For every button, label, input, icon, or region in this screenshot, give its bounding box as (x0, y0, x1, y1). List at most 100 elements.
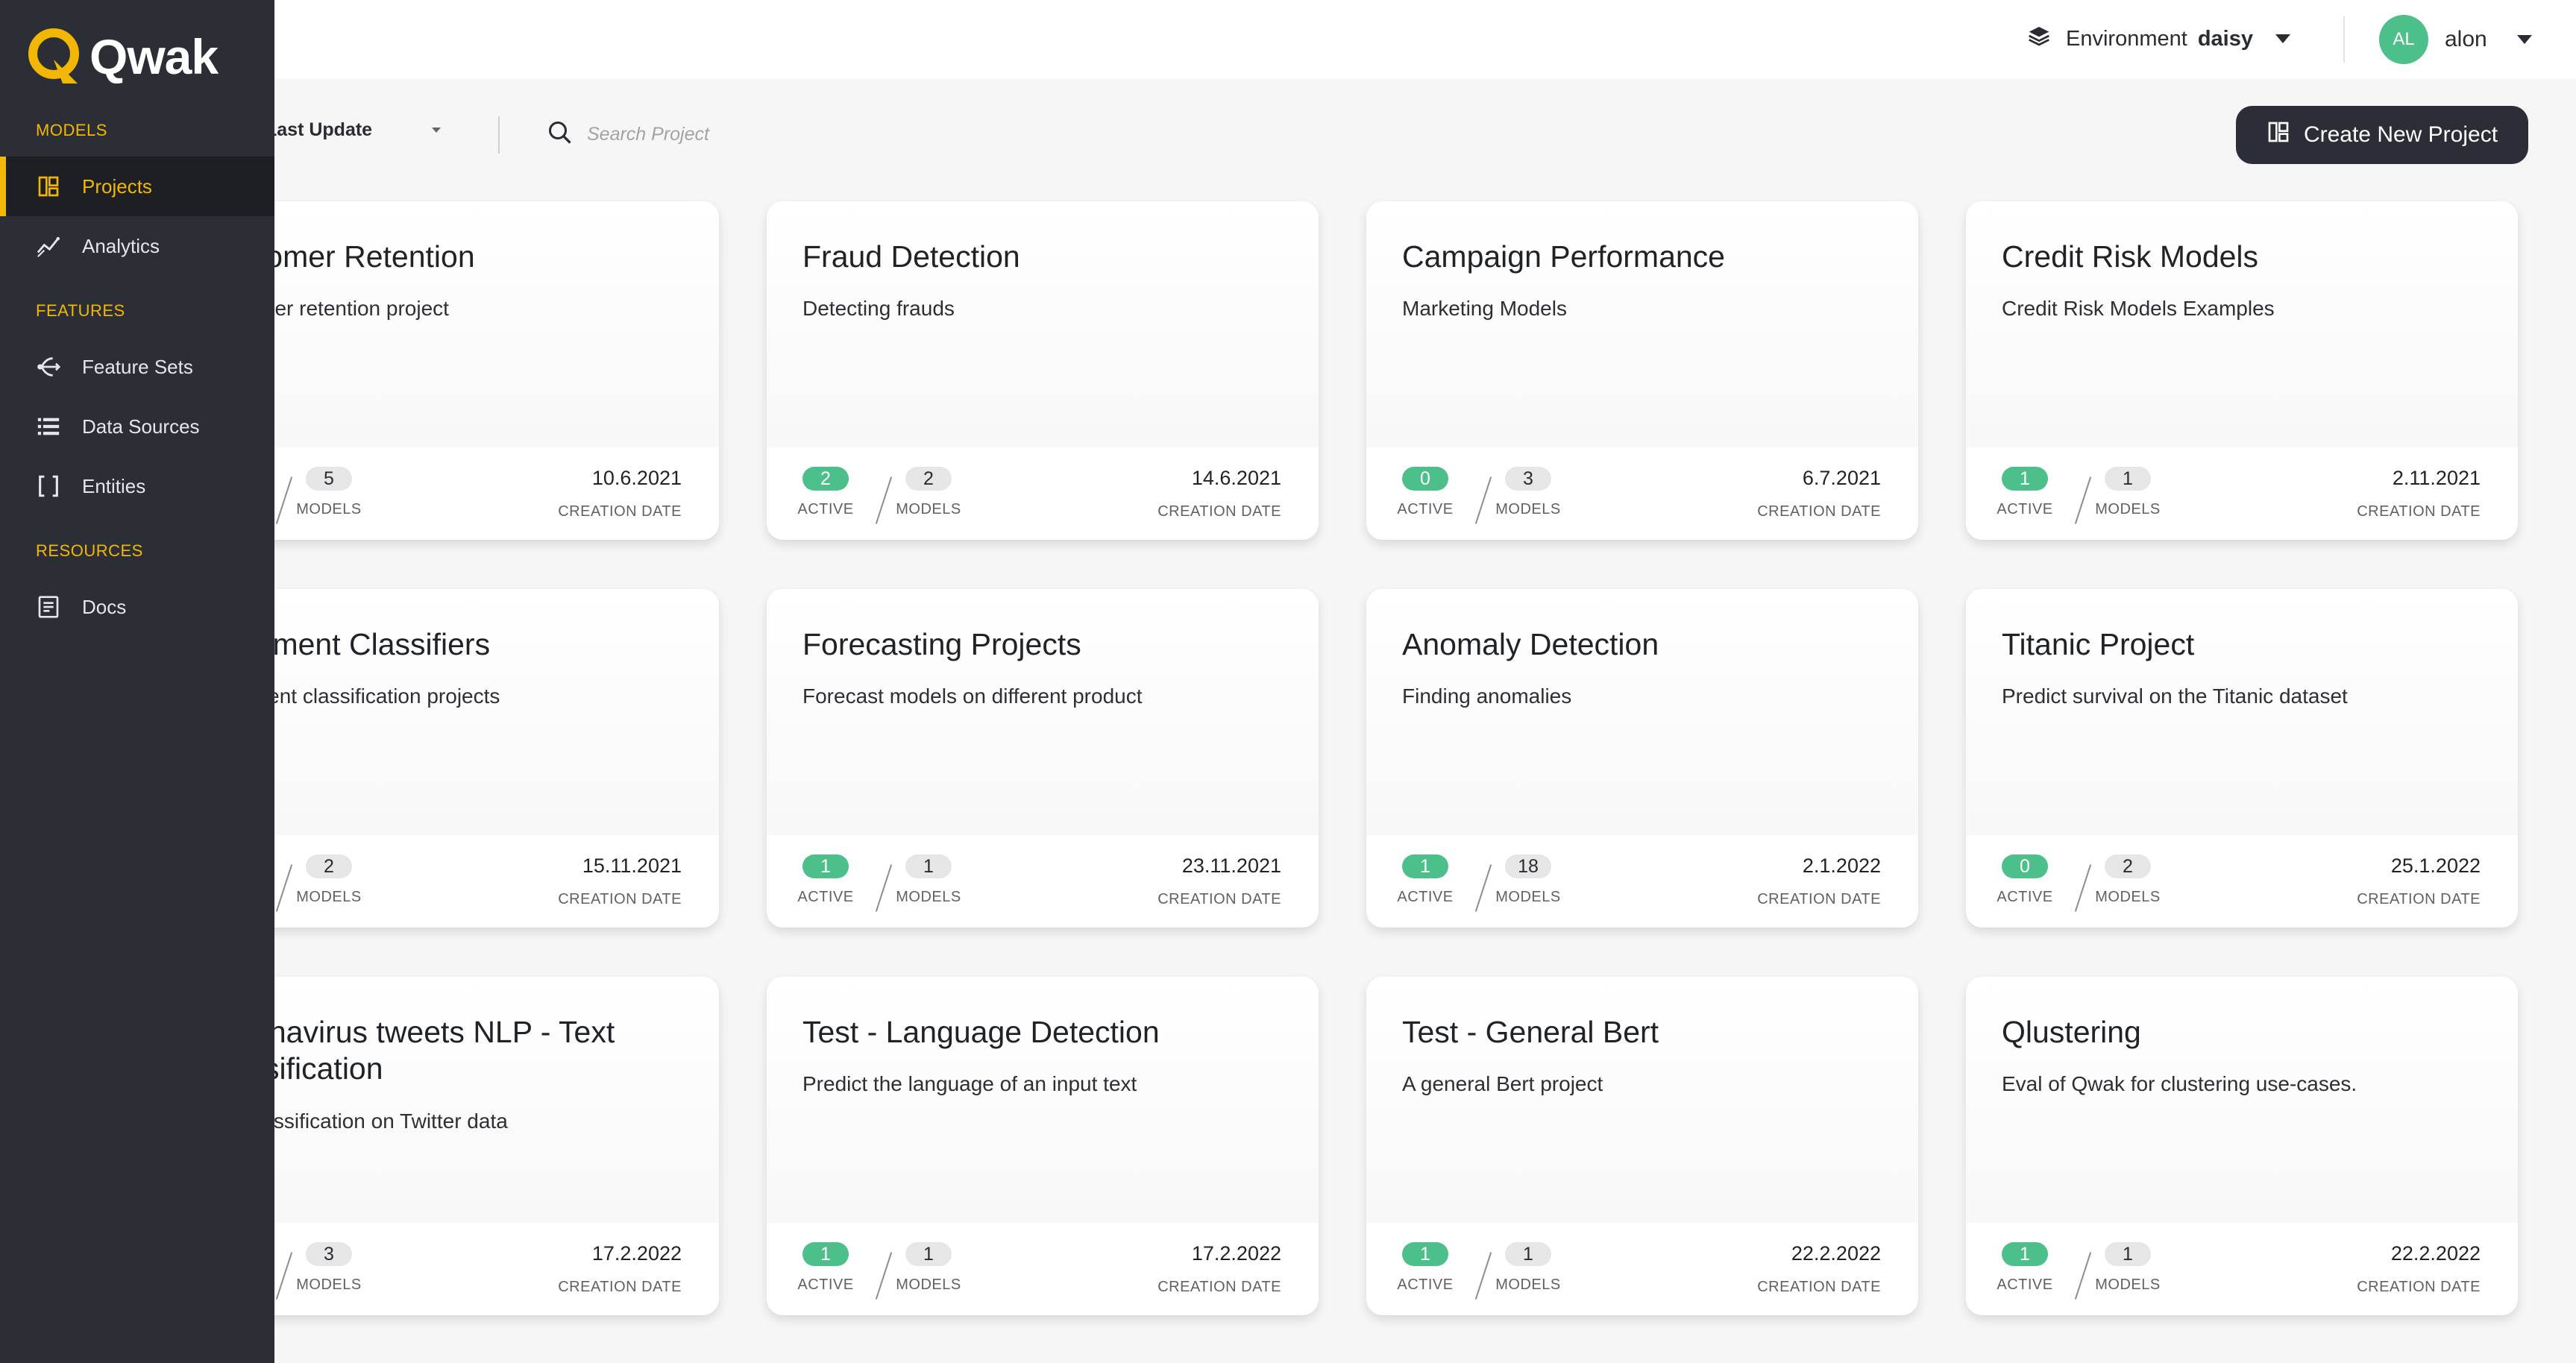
project-card[interactable]: Campaign Performance Marketing Models 0 ACT… (1366, 201, 1918, 540)
active-label: ACTIVE (797, 889, 854, 905)
sidebar-item-docs[interactable]: Docs (0, 577, 274, 637)
models-stat: 2 MODELS (295, 854, 362, 906)
project-title: Fraud Detection (802, 239, 1020, 274)
creation-date: 2.11.2021 CREATION DATE (2357, 467, 2481, 520)
active-stat: 1 ACTIVE (792, 1242, 859, 1294)
stat-separator (275, 864, 293, 912)
project-description: Detecting frauds (802, 297, 955, 320)
models-label: MODELS (2095, 501, 2161, 517)
project-title: Sentiment Classifiers (203, 627, 491, 661)
active-label: ACTIVE (1397, 1277, 1454, 1293)
project-card[interactable]: Qlustering Eval of Qwak for clustering us… (1966, 977, 2518, 1315)
search-box[interactable] (547, 119, 857, 150)
user-name: alon (2445, 27, 2487, 51)
environment-value: daisy (2197, 26, 2253, 51)
toolbar-divider (498, 116, 500, 154)
project-card[interactable]: Test - Language Detection Predict the lan… (767, 977, 1319, 1315)
active-count-badge: 1 (1402, 1242, 1448, 1266)
creation-date-value: 2.11.2021 (2392, 467, 2481, 489)
project-title: Coronavirus tweets NLP - Text Classifica… (203, 1015, 615, 1086)
project-description: Eval of Qwak for clustering use-cases. (2002, 1072, 2357, 1095)
header-divider (2343, 16, 2345, 63)
sidebar-item-projects[interactable]: Projects (0, 157, 274, 216)
project-card[interactable]: Titanic Project Predict survival on the T… (1966, 589, 2518, 928)
project-card[interactable]: Forecasting Projects Forecast models on d… (767, 589, 1319, 928)
models-label: MODELS (296, 501, 362, 517)
models-count-badge: 3 (306, 1242, 352, 1266)
create-new-project-button[interactable]: Create New Project (2236, 106, 2528, 164)
project-description: Customer retention project (203, 297, 449, 320)
analytics-icon (36, 233, 61, 259)
models-count-badge: 18 (1505, 854, 1551, 878)
environment-label: Environment (2066, 26, 2187, 51)
models-stat: 3 MODELS (1495, 467, 1562, 518)
sidebar-item-entities[interactable]: Entities (0, 456, 274, 516)
sidebar-item-label: Docs (82, 595, 127, 618)
creation-date-value: 22.2.2022 (1791, 1242, 1881, 1265)
stat-separator (875, 864, 893, 912)
search-input[interactable] (585, 123, 857, 146)
models-stat: 5 MODELS (295, 467, 362, 518)
user-menu[interactable]: AL alon (2379, 15, 2532, 64)
project-title: Customer Retention (203, 239, 475, 274)
models-count-badge: 1 (905, 854, 952, 878)
models-label: MODELS (896, 889, 961, 905)
sort-value: Last Update (266, 119, 373, 140)
project-card[interactable]: Fraud Detection Detecting frauds 2 ACTIVE 2 M… (767, 201, 1319, 540)
creation-date-label: CREATION DATE (2357, 503, 2481, 520)
sidebar-item-label: Feature Sets (82, 355, 193, 378)
environment-selector[interactable]: Environment daisy (2027, 24, 2290, 54)
active-label: ACTIVE (1997, 889, 2053, 905)
models-label: MODELS (296, 889, 362, 905)
creation-date-value: 2.1.2022 (1802, 854, 1881, 877)
projects-grid: Customer Retention Customer retention pro… (0, 0, 2576, 1363)
active-stat: 1 ACTIVE (792, 854, 859, 906)
sidebar-item-data-sources[interactable]: Data Sources (0, 397, 274, 456)
project-card[interactable]: Test - General Bert A general Bert projec… (1366, 977, 1918, 1315)
sort-select[interactable]: Last Update (266, 119, 442, 141)
logo[interactable]: Qwak (27, 27, 219, 86)
creation-date: 17.2.2022 CREATION DATE (558, 1242, 682, 1296)
models-stat: 1 MODELS (2094, 467, 2161, 518)
project-title: Campaign Performance (1402, 239, 1725, 274)
stat-separator (875, 476, 893, 524)
models-stat: 1 MODELS (895, 854, 962, 906)
models-label: MODELS (1495, 501, 1561, 517)
creation-date-value: 6.7.2021 (1802, 467, 1881, 489)
models-count-badge: 2 (306, 854, 352, 878)
project-title: Anomaly Detection (1402, 627, 1659, 661)
project-description: Sentiment classification projects (203, 684, 500, 708)
creation-date-label: CREATION DATE (2357, 891, 2481, 907)
active-label: ACTIVE (1997, 501, 2053, 517)
active-stat: 2 ACTIVE (792, 467, 859, 518)
sidebar-item-label: Analytics (82, 234, 160, 257)
project-description: Credit Risk Models Examples (2002, 297, 2275, 320)
project-card[interactable]: Credit Risk Models Credit Risk Models Exa… (1966, 201, 2518, 540)
project-card[interactable]: Anomaly Detection Finding anomalies 1 ACTIV… (1366, 589, 1918, 928)
active-count-badge: 1 (802, 1242, 849, 1266)
project-title: Forecasting Projects (802, 627, 1081, 661)
models-count-badge: 5 (306, 467, 352, 491)
sidebar-item-feature-sets[interactable]: Feature Sets (0, 337, 274, 397)
models-count-badge: 2 (2105, 854, 2151, 878)
creation-date: 23.11.2021 CREATION DATE (1157, 854, 1281, 908)
models-label: MODELS (1495, 1277, 1561, 1293)
project-title: Qlustering (2002, 1015, 2141, 1049)
stat-separator (275, 1252, 293, 1300)
stat-separator (1474, 864, 1492, 912)
models-stat: 3 MODELS (295, 1242, 362, 1294)
sidebar-item-label: Entities (82, 474, 146, 497)
project-description: Finding anomalies (1402, 684, 1572, 708)
search-icon (547, 119, 574, 150)
models-label: MODELS (896, 501, 961, 517)
sidebar-item-analytics[interactable]: Analytics (0, 216, 274, 276)
stat-separator (1474, 1252, 1492, 1300)
feature-sets-icon (36, 354, 61, 380)
models-count-badge: 1 (2105, 467, 2151, 491)
avatar: AL (2379, 15, 2428, 64)
creation-date: 2.1.2022 CREATION DATE (1757, 854, 1881, 908)
models-count-badge: 2 (905, 467, 952, 491)
creation-date-value: 17.2.2022 (591, 1242, 682, 1265)
creation-date-label: CREATION DATE (1757, 503, 1881, 520)
active-count-badge: 1 (802, 854, 849, 878)
